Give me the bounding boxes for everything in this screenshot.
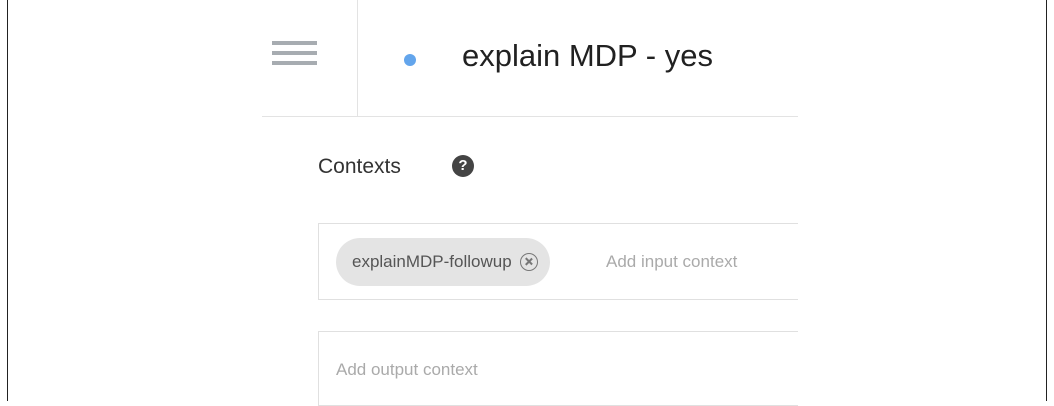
output-context-field[interactable]	[318, 331, 798, 406]
intent-title: explain MDP - yes	[462, 38, 713, 73]
menu-button[interactable]	[262, 0, 358, 116]
context-chip[interactable]: explainMDP-followup	[336, 238, 550, 286]
output-context-input[interactable]	[336, 358, 786, 382]
contexts-label: Contexts	[318, 155, 401, 178]
status-dot-icon	[404, 54, 416, 66]
input-context-input[interactable]	[606, 250, 796, 274]
context-chip-label: explainMDP-followup	[352, 252, 512, 271]
header-bar: explain MDP - yes	[262, 0, 798, 117]
help-icon[interactable]: ?	[452, 155, 474, 177]
input-context-field[interactable]: explainMDP-followup	[318, 223, 798, 300]
remove-chip-icon[interactable]	[519, 253, 538, 271]
